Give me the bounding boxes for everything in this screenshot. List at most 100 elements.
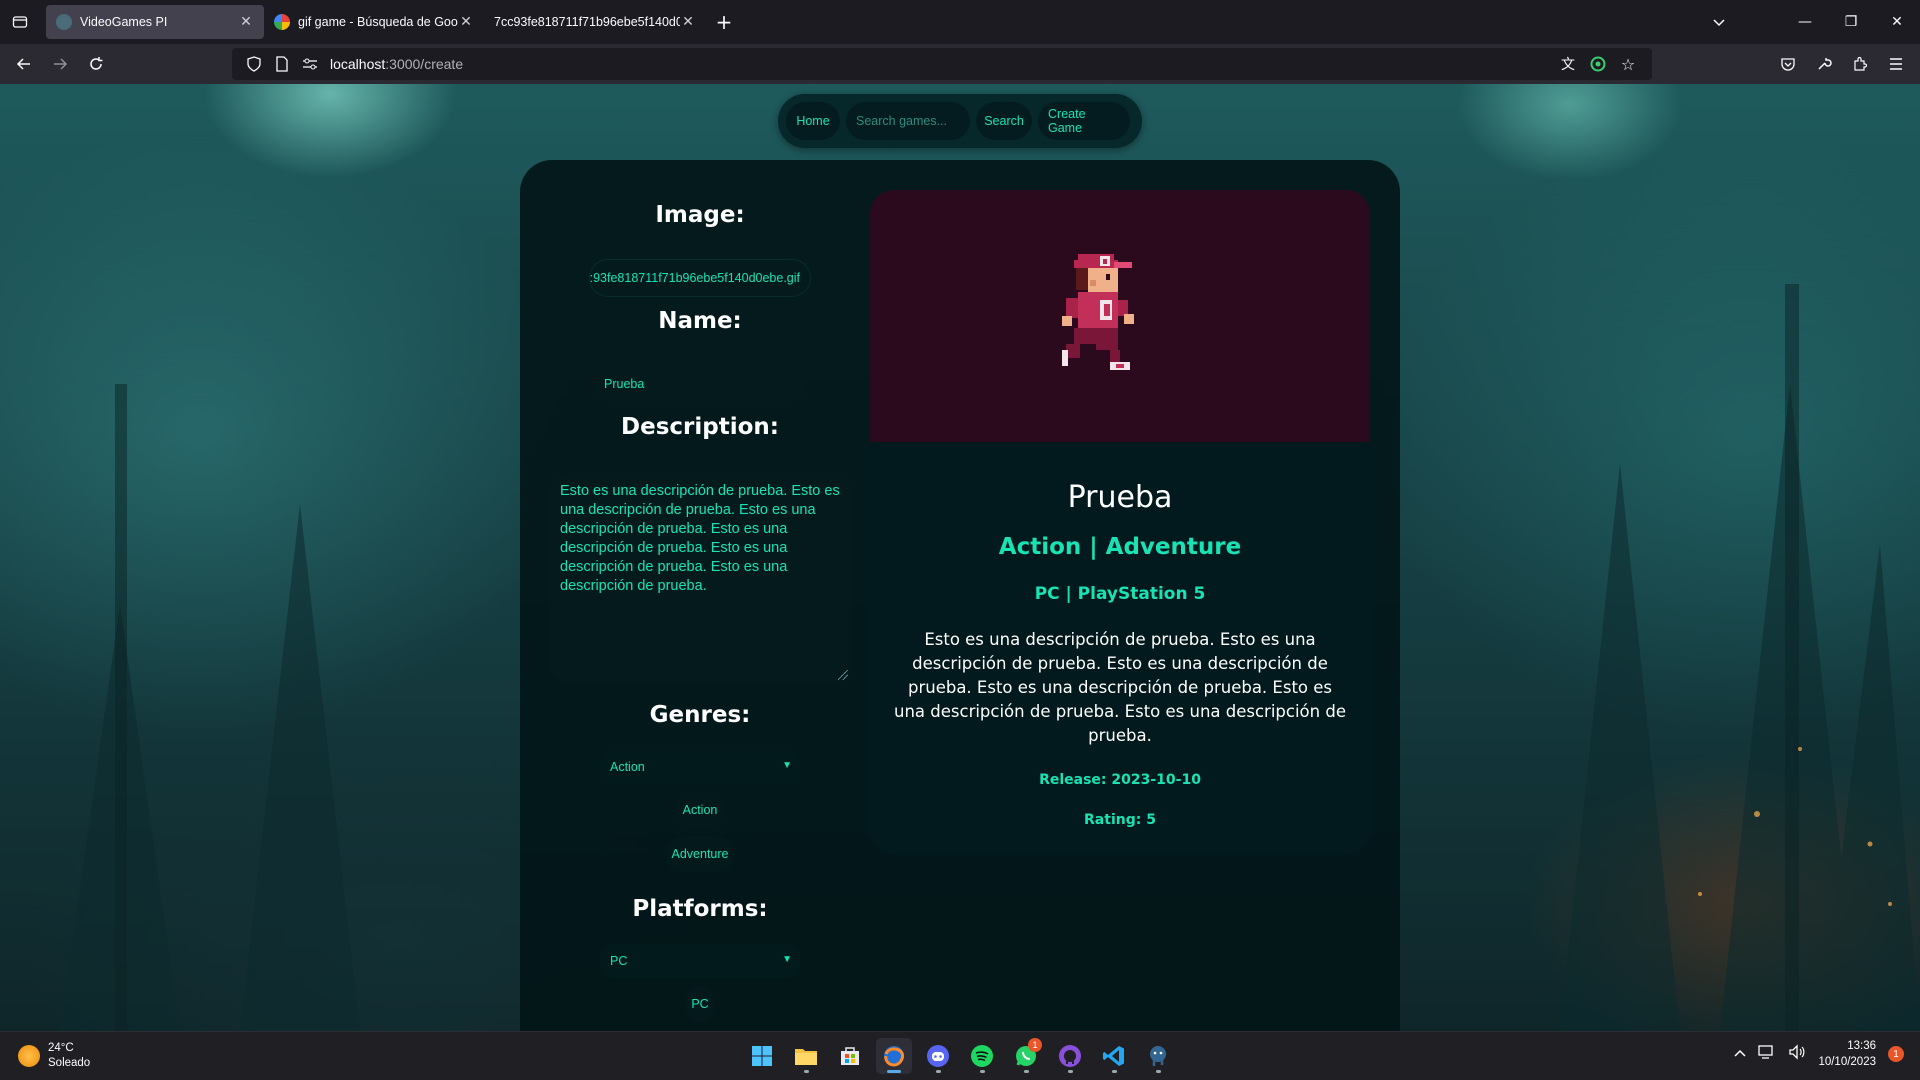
platform-chip-pc[interactable]: PC	[686, 986, 714, 1022]
preview-description: Esto es una descripción de prueba. Esto …	[894, 630, 1346, 745]
new-tab-icon[interactable]: +	[706, 5, 742, 39]
preview-release: Release: 2023-10-10	[1039, 772, 1201, 788]
page-icon[interactable]	[270, 52, 294, 76]
clock[interactable]: 13:36 10/10/2023	[1818, 1038, 1876, 1070]
sun-icon	[18, 1045, 40, 1067]
game-preview-card: Prueba Action | Adventure PC | PlayStati…	[870, 190, 1370, 855]
resize-handle-icon[interactable]	[838, 670, 848, 680]
genre-chip-action[interactable]: Action	[676, 792, 724, 828]
page-viewport: Home Search games... Search Create Game …	[0, 84, 1920, 1031]
home-button[interactable]: Home	[786, 102, 840, 140]
create-game-button[interactable]: Create Game	[1038, 102, 1130, 140]
clock-date: 10/10/2023	[1818, 1056, 1876, 1068]
taskbar-apps: 1	[744, 1038, 1176, 1074]
tab-title: VideoGames PI	[80, 15, 168, 29]
clock-time: 13:36	[1847, 1040, 1876, 1052]
taskbar: 24°C Soleado 1 13:36 10/10/2023 1	[0, 1031, 1920, 1080]
running-indicator	[1156, 1070, 1161, 1073]
postgresql-icon[interactable]	[1140, 1038, 1176, 1074]
whatsapp-icon[interactable]: 1	[1008, 1038, 1044, 1074]
search-input[interactable]: Search games...	[846, 102, 970, 140]
chevron-down-icon: ▼	[782, 760, 792, 771]
windows-start-icon[interactable]	[744, 1038, 780, 1074]
tab-videogames[interactable]: VideoGames PI ✕	[46, 5, 264, 39]
whatsapp-badge: 1	[1028, 1038, 1042, 1052]
browser-nav-bar: localhost:3000/create 文 ☆	[0, 44, 1920, 84]
vscode-icon[interactable]	[1096, 1038, 1132, 1074]
image-label: Image:	[655, 202, 745, 228]
close-tab-icon[interactable]: ✕	[238, 14, 254, 30]
running-indicator	[887, 1070, 901, 1073]
back-icon[interactable]	[6, 48, 42, 80]
genres-select[interactable]: Action ▼	[600, 750, 800, 784]
url-path: :3000/create	[385, 56, 464, 72]
weather-widget[interactable]: 24°C Soleado	[18, 1041, 90, 1071]
genres-select-value: Action	[610, 760, 645, 774]
spotify-icon[interactable]	[964, 1038, 1000, 1074]
running-indicator	[1068, 1070, 1073, 1073]
description-label: Description:	[621, 414, 779, 440]
chevron-up-icon[interactable]	[1734, 1045, 1746, 1064]
menu-icon[interactable]	[1878, 48, 1914, 80]
running-indicator	[804, 1070, 809, 1073]
pocket-icon[interactable]	[1770, 48, 1806, 80]
name-label: Name:	[658, 308, 742, 334]
reload-icon[interactable]	[78, 48, 114, 80]
microsoft-store-icon[interactable]	[832, 1038, 868, 1074]
running-indicator	[1024, 1070, 1029, 1073]
top-navigation: Home Search games... Search Create Game	[778, 94, 1142, 148]
description-textarea[interactable]: Esto es una descripción de prueba. Esto …	[550, 474, 852, 684]
url-host: localhost	[330, 56, 386, 72]
preview-title: Prueba	[1067, 480, 1173, 515]
shield-icon[interactable]	[242, 52, 266, 76]
forward-icon[interactable]	[42, 48, 78, 80]
url-text[interactable]: localhost:3000/create	[330, 56, 463, 72]
permissions-icon[interactable]	[298, 52, 322, 76]
minimize-icon[interactable]: —	[1782, 14, 1828, 30]
running-indicator	[1112, 1070, 1117, 1073]
translate-icon[interactable]: 文	[1556, 52, 1580, 76]
extension-green-icon[interactable]	[1586, 52, 1610, 76]
platforms-select-value: PC	[610, 954, 628, 968]
google-favicon-icon	[274, 14, 290, 30]
weather-desc: Soleado	[48, 1057, 91, 1069]
chevron-down-icon: ▼	[782, 954, 792, 965]
tab-google-search[interactable]: gif game - Búsqueda de Google ✕	[264, 5, 484, 39]
restore-icon[interactable]: ❐	[1828, 14, 1874, 30]
tab-title: gif game - Búsqueda de Google	[298, 15, 458, 29]
genres-label: Genres:	[649, 702, 751, 728]
weather-temp: 24°C	[48, 1042, 74, 1054]
search-button[interactable]: Search	[976, 102, 1032, 140]
chevron-down-icon[interactable]	[1705, 8, 1733, 36]
close-tab-icon[interactable]: ✕	[458, 14, 474, 30]
file-explorer-icon[interactable]	[788, 1038, 824, 1074]
github-desktop-icon[interactable]	[1052, 1038, 1088, 1074]
extensions-icon[interactable]	[1842, 48, 1878, 80]
network-icon[interactable]	[1758, 1044, 1776, 1064]
image-url-input[interactable]: :93fe818711f71b96ebe5f140d0ebe.gif	[590, 260, 810, 296]
volume-icon[interactable]	[1788, 1044, 1806, 1064]
preview-rating: Rating: 5	[1084, 812, 1156, 828]
running-indicator	[936, 1070, 941, 1073]
close-window-icon[interactable]: ✕	[1874, 14, 1920, 30]
genre-chip-adventure[interactable]: Adventure	[666, 836, 734, 872]
tab-gif-file[interactable]: 7cc93fe818711f71b96ebe5f140d0ebe.gif ✕	[484, 5, 706, 39]
react-favicon-icon	[56, 14, 72, 30]
preview-genres: Action | Adventure	[998, 534, 1242, 560]
bookmark-star-icon[interactable]: ☆	[1616, 52, 1640, 76]
tab-list-icon[interactable]	[0, 0, 40, 44]
discord-icon[interactable]	[920, 1038, 956, 1074]
firefox-icon[interactable]	[876, 1038, 912, 1074]
create-game-panel: Image: :93fe818711f71b96ebe5f140d0ebe.gi…	[520, 160, 1400, 1031]
close-tab-icon[interactable]: ✕	[680, 14, 696, 30]
platforms-select[interactable]: PC ▼	[600, 944, 800, 978]
url-right-icons: 文 ☆	[1556, 52, 1640, 76]
window-controls: — ❐ ✕	[1782, 0, 1920, 44]
wrench-icon[interactable]	[1806, 48, 1842, 80]
name-input[interactable]: Prueba	[594, 366, 806, 402]
url-bar[interactable]: localhost:3000/create 文 ☆	[232, 48, 1652, 80]
pixel-runner-sprite	[1062, 254, 1134, 370]
platforms-label: Platforms:	[632, 896, 768, 922]
preview-platforms: PC | PlayStation 5	[1034, 584, 1206, 604]
notification-badge[interactable]: 1	[1888, 1046, 1904, 1062]
